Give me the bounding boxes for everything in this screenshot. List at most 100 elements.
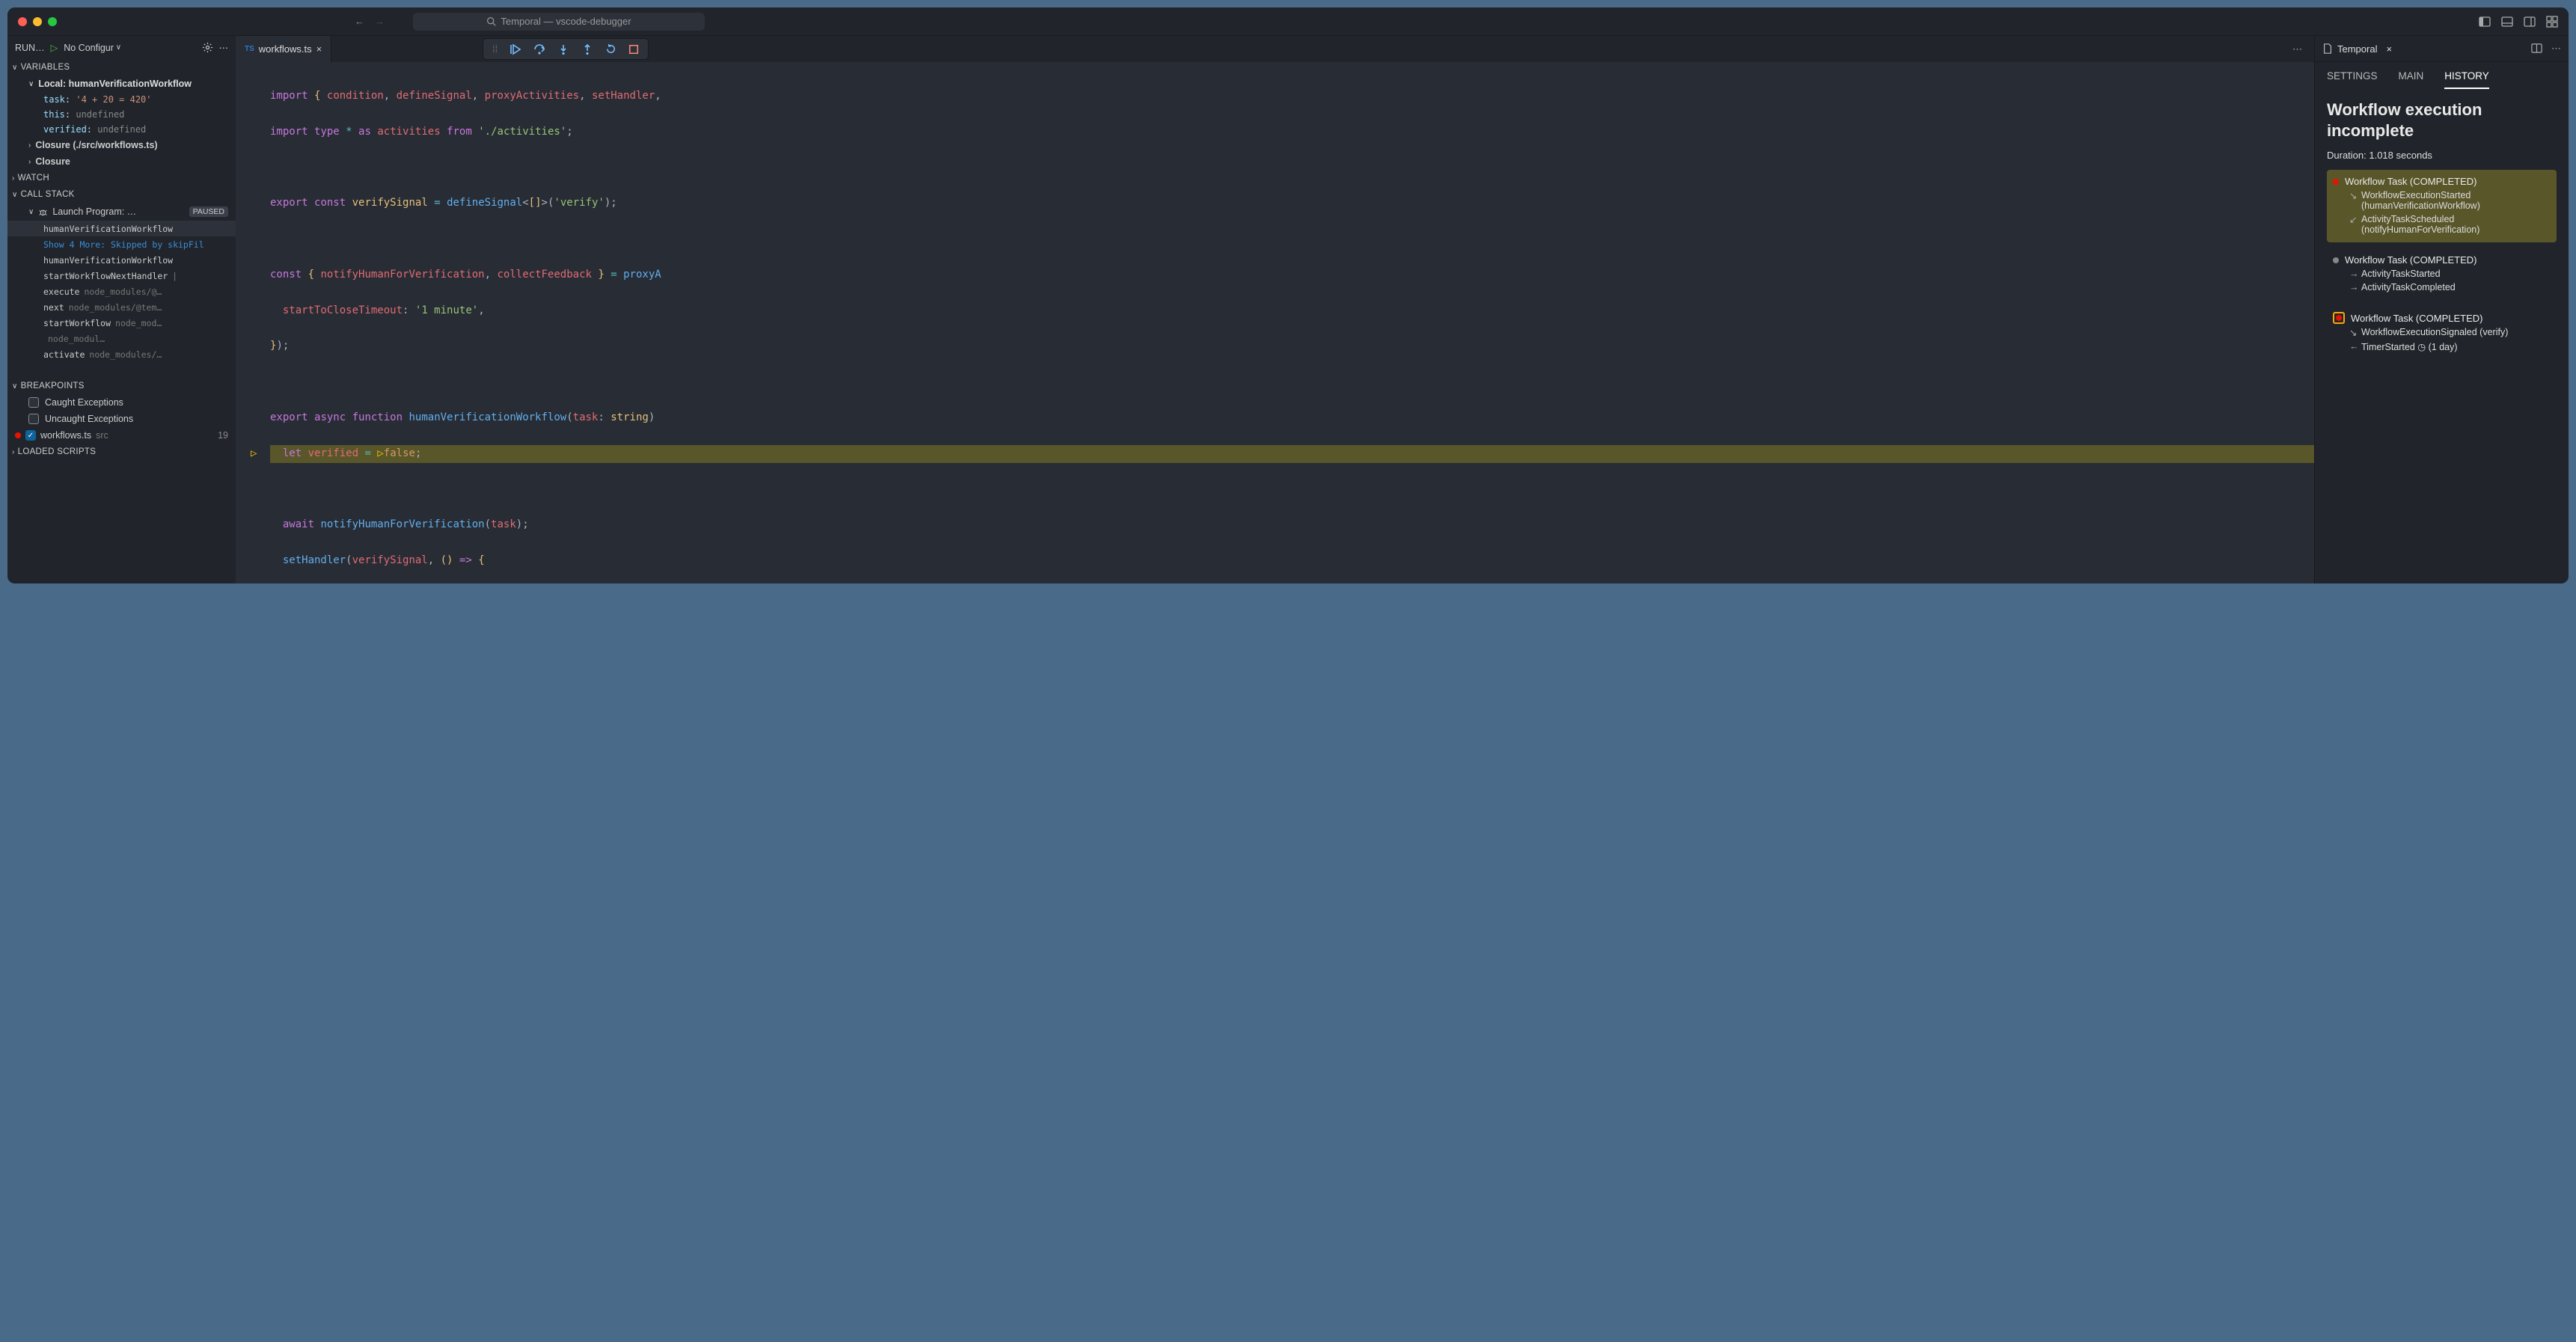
command-center[interactable]: Temporal — vscode-debugger <box>413 13 705 31</box>
stack-frame[interactable]: node_modul… <box>7 331 236 346</box>
panel-right-icon[interactable] <box>2524 16 2536 28</box>
scope-local[interactable]: ∨ Local: humanVerificationWorkflow <box>7 76 236 92</box>
scope-closure-2[interactable]: › Closure <box>7 153 236 170</box>
editor-area: TS workflows.ts × ⋯ ⁞⁞ <box>236 36 2314 583</box>
bullet-current-icon <box>2333 312 2345 324</box>
minimize-window-button[interactable] <box>33 17 42 26</box>
debug-sidebar: RUN… ▷ No Configur ∨ ⋯ ∨ VARIABLES ∨ Loc… <box>7 36 236 583</box>
loaded-scripts-section[interactable]: › LOADED SCRIPTS <box>7 444 236 460</box>
variable-verified[interactable]: verified: undefined <box>7 122 236 137</box>
temporal-panel-header: Temporal × ⋯ <box>2315 36 2569 62</box>
debug-config-select[interactable]: No Configur ∨ <box>64 43 195 53</box>
close-icon[interactable]: × <box>2386 43 2392 55</box>
vscode-window: ← → Temporal — vscode-debugger RUN… ▷ No… <box>7 7 2569 583</box>
breakpoints-section[interactable]: ∨ BREAKPOINTS <box>7 378 236 394</box>
history-sub-event[interactable]: ↙ActivityTaskScheduled (notifyHumanForVe… <box>2333 212 2551 236</box>
fullscreen-window-button[interactable] <box>48 17 57 26</box>
close-tab-icon[interactable]: × <box>316 43 322 55</box>
tab-main[interactable]: MAIN <box>2399 70 2424 89</box>
event-header[interactable]: Workflow Task (COMPLETED) <box>2333 253 2551 267</box>
temporal-history-body: Workflow execution incomplete Duration: … <box>2315 89 2569 583</box>
code-editor[interactable]: import { condition, defineSignal, proxyA… <box>236 62 2314 583</box>
duration-text: Duration: 1.018 seconds <box>2327 150 2557 161</box>
editor-more-icon[interactable]: ⋯ <box>2288 43 2307 55</box>
temporal-tab[interactable]: Temporal × <box>2322 43 2392 55</box>
step-into-icon[interactable] <box>557 43 569 55</box>
run-debug-header: RUN… ▷ No Configur ∨ ⋯ <box>7 36 236 59</box>
file-icon <box>2322 43 2333 54</box>
bug-icon <box>38 207 48 217</box>
variable-this[interactable]: this: undefined <box>7 107 236 122</box>
search-text: Temporal — vscode-debugger <box>501 16 631 27</box>
bullet-red-icon <box>2333 179 2339 185</box>
stack-frames-list: humanVerificationWorkflowShow 4 More: Sk… <box>7 221 236 378</box>
breakpoint-dot-icon <box>15 432 21 438</box>
stack-frame[interactable]: activatenode_modules/… <box>7 346 236 362</box>
debug-toolbar[interactable]: ⁞⁞ <box>483 38 649 60</box>
history-event-group[interactable]: Workflow Task (COMPLETED)→ActivityTaskSt… <box>2327 248 2557 300</box>
event-header[interactable]: Workflow Task (COMPLETED) <box>2333 310 2551 325</box>
stack-frame[interactable]: Show 4 More: Skipped by skipFil <box>7 236 236 252</box>
nav-back-icon[interactable]: ← <box>355 16 364 27</box>
history-sub-event[interactable]: ↘WorkflowExecutionSignaled (verify) <box>2333 325 2551 340</box>
paused-badge: PAUSED <box>189 206 228 217</box>
step-over-icon[interactable] <box>533 43 545 55</box>
history-sub-event[interactable]: →ActivityTaskStarted <box>2333 267 2551 281</box>
gear-icon[interactable] <box>202 42 213 53</box>
panel-left-icon[interactable] <box>2479 16 2491 28</box>
breakpoint-file[interactable]: workflows.ts src 19 <box>7 427 236 444</box>
workflow-status-heading: Workflow execution incomplete <box>2327 99 2557 141</box>
stack-frame[interactable]: humanVerificationWorkflow <box>7 252 236 268</box>
breakpoint-uncaught[interactable]: Uncaught Exceptions <box>7 411 236 427</box>
history-sub-event[interactable]: ←TimerStarted ◷ (1 day) <box>2333 340 2551 354</box>
search-icon <box>486 16 496 26</box>
checkbox[interactable] <box>28 397 39 408</box>
temporal-subtabs: SETTINGS MAIN HISTORY <box>2315 62 2569 89</box>
execution-pointer-icon: ▷ <box>251 445 257 463</box>
variables-section[interactable]: ∨ VARIABLES <box>7 59 236 76</box>
stop-icon[interactable] <box>628 43 639 55</box>
checkbox-checked[interactable] <box>25 430 36 441</box>
layout-icon[interactable] <box>2546 16 2558 28</box>
temporal-panel: Temporal × ⋯ SETTINGS MAIN HISTORY Workf… <box>2314 36 2569 583</box>
stack-frame[interactable]: nextnode_modules/@tem… <box>7 299 236 315</box>
split-editor-icon[interactable] <box>2531 43 2542 54</box>
stack-frame[interactable]: executenode_modules/@… <box>7 284 236 299</box>
nav-forward-icon[interactable]: → <box>375 16 385 27</box>
layout-controls <box>2479 16 2558 28</box>
history-sub-event[interactable]: →ActivityTaskCompleted <box>2333 281 2551 294</box>
drag-handle-icon[interactable]: ⁞⁞ <box>492 43 498 55</box>
close-window-button[interactable] <box>18 17 27 26</box>
stack-frame[interactable]: startWorkflowNextHandler| <box>7 268 236 284</box>
event-header[interactable]: Workflow Task (COMPLETED) <box>2333 174 2551 189</box>
more-icon[interactable]: ⋯ <box>219 42 229 53</box>
start-debug-icon[interactable]: ▷ <box>51 42 58 53</box>
breakpoint-caught[interactable]: Caught Exceptions <box>7 394 236 411</box>
callstack-section[interactable]: ∨ CALL STACK <box>7 186 236 203</box>
stack-frame[interactable]: humanVerificationWorkflow <box>7 221 236 236</box>
more-icon[interactable]: ⋯ <box>2551 43 2561 55</box>
editor-tab-workflows[interactable]: TS workflows.ts × <box>236 36 331 62</box>
run-label: RUN… <box>15 43 45 53</box>
history-event-group[interactable]: Workflow Task (COMPLETED)↘WorkflowExecut… <box>2327 170 2557 242</box>
step-out-icon[interactable] <box>581 43 593 55</box>
watch-section[interactable]: › WATCH <box>7 170 236 186</box>
typescript-icon: TS <box>245 45 254 53</box>
bullet-gray-icon <box>2333 257 2339 263</box>
traffic-lights <box>18 17 57 26</box>
nav-arrows: ← → <box>355 16 385 27</box>
variable-task[interactable]: task: '4 + 20 = 420' <box>7 92 236 107</box>
history-sub-event[interactable]: ↘WorkflowExecutionStarted (humanVerifica… <box>2333 189 2551 212</box>
history-event-group[interactable]: Workflow Task (COMPLETED)↘WorkflowExecut… <box>2327 306 2557 360</box>
stack-frame[interactable] <box>7 362 236 378</box>
stack-frame[interactable]: startWorkflownode_mod… <box>7 315 236 331</box>
tab-history[interactable]: HISTORY <box>2444 70 2489 89</box>
panel-bottom-icon[interactable] <box>2501 16 2513 28</box>
scope-closure-1[interactable]: › Closure (./src/workflows.ts) <box>7 137 236 153</box>
continue-icon[interactable] <box>510 43 521 55</box>
checkbox[interactable] <box>28 414 39 424</box>
tab-settings[interactable]: SETTINGS <box>2327 70 2378 89</box>
titlebar: ← → Temporal — vscode-debugger <box>7 7 2569 36</box>
restart-icon[interactable] <box>605 43 617 55</box>
debug-session[interactable]: ∨ Launch Program: … PAUSED <box>7 203 236 221</box>
